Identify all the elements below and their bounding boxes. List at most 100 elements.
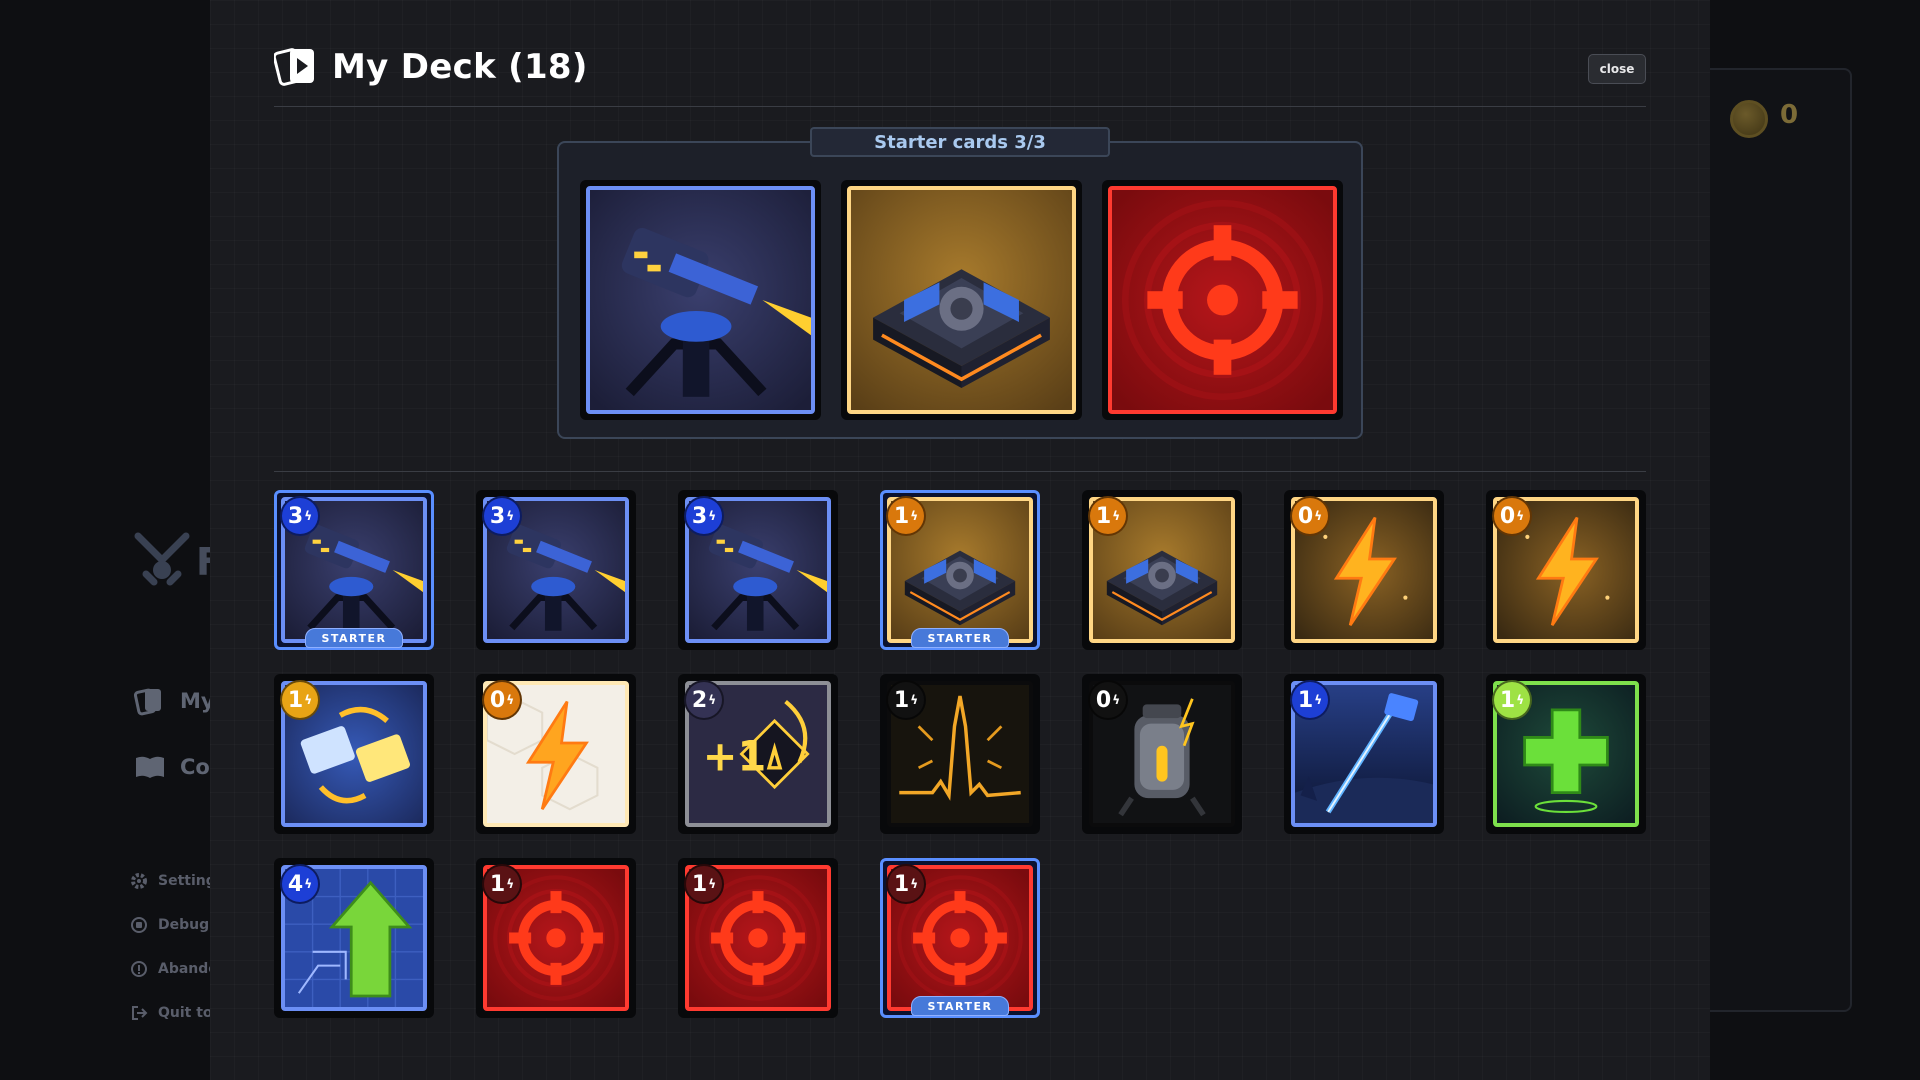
currency-value: 0 (1780, 100, 1799, 130)
energy-cost-value: 2 (691, 687, 708, 713)
nav-collection[interactable]: Col (134, 752, 217, 782)
menu-quit[interactable]: Quit to I (130, 1004, 223, 1022)
menu-debug[interactable]: Debug (130, 916, 209, 934)
card-art-target (1108, 186, 1337, 414)
energy-bolt-icon: ϟ (506, 693, 515, 707)
starter-cards-row (580, 180, 1343, 420)
book-icon (136, 756, 164, 778)
energy-bolt-icon: ϟ (506, 877, 515, 891)
energy-cost-value: 0 (1095, 687, 1112, 713)
energy-bolt-icon: ϟ (304, 509, 313, 523)
card-art-generator (847, 186, 1076, 414)
right-side-panel (1700, 68, 1852, 1012)
energy-cost-value: 1 (287, 687, 304, 713)
deck-card[interactable]: 1ϟ (880, 674, 1040, 834)
menu-abandon-label: Abando (158, 961, 218, 977)
deck-card[interactable]: 1ϟ (274, 674, 434, 834)
menu-abandon[interactable]: Abando (130, 960, 218, 978)
starter-card[interactable] (580, 180, 821, 420)
energy-cost-badge: 3ϟ (482, 496, 522, 536)
energy-cost-value: 0 (489, 687, 506, 713)
deck-card[interactable]: 3ϟ (678, 490, 838, 650)
energy-cost-value: 1 (1297, 687, 1314, 713)
energy-cost-value: 3 (489, 503, 506, 529)
energy-cost-badge: 3ϟ (684, 496, 724, 536)
energy-cost-badge: 4ϟ (280, 864, 320, 904)
energy-bolt-icon: ϟ (1314, 509, 1323, 523)
page-title: My Deck (18) (332, 47, 588, 87)
energy-bolt-icon: ϟ (708, 693, 717, 707)
energy-bolt-icon: ϟ (1314, 693, 1323, 707)
energy-cost-badge: 2ϟ (684, 680, 724, 720)
nav-my-deck[interactable]: My (134, 686, 215, 716)
deck-card[interactable]: 1ϟ (1284, 674, 1444, 834)
deck-card[interactable]: 0ϟ (1284, 490, 1444, 650)
info-icon (131, 961, 147, 977)
energy-bolt-icon: ϟ (708, 509, 717, 523)
crossed-swords-logo-icon (134, 532, 190, 586)
energy-bolt-icon: ϟ (1112, 693, 1121, 707)
energy-bolt-icon: ϟ (708, 877, 717, 891)
header-divider (274, 106, 1646, 107)
deck-card[interactable]: 1ϟ (476, 858, 636, 1018)
energy-cost-value: 1 (893, 871, 910, 897)
gear-icon (131, 873, 147, 889)
deck-card[interactable]: 1ϟ (678, 858, 838, 1018)
deck-card[interactable]: 0ϟ (1082, 674, 1242, 834)
energy-cost-value: 0 (1297, 503, 1314, 529)
deck-modal: My Deck (18) close Starter cards 3/3 3ϟS… (210, 0, 1710, 1080)
energy-cost-value: 1 (1499, 687, 1516, 713)
deck-card[interactable]: 0ϟ (476, 674, 636, 834)
exit-icon (132, 1006, 148, 1020)
menu-debug-label: Debug (158, 917, 210, 933)
deck-card[interactable]: +1 2 ϟ (678, 674, 838, 834)
energy-cost-badge: 1ϟ (280, 680, 320, 720)
energy-cost-badge: 3ϟ (280, 496, 320, 536)
energy-cost-value: 0 (1499, 503, 1516, 529)
energy-bolt-icon: ϟ (910, 509, 919, 523)
deck-card[interactable]: 3ϟ (476, 490, 636, 650)
modal-header: My Deck (18) (274, 44, 588, 90)
energy-bolt-icon: ϟ (304, 877, 313, 891)
energy-bolt-icon: ϟ (304, 693, 313, 707)
deck-card-starter[interactable]: 3 ϟ STARTER (274, 490, 434, 650)
currency-coin-icon (1730, 100, 1768, 138)
deck-card[interactable]: 0ϟ (1486, 490, 1646, 650)
close-button[interactable]: close (1588, 54, 1646, 84)
energy-cost-badge: 1ϟ (886, 496, 926, 536)
energy-cost-badge: 0ϟ (1290, 496, 1330, 536)
energy-cost-value: 1 (893, 687, 910, 713)
deck-card[interactable]: 1ϟ (1082, 490, 1242, 650)
deck-card[interactable]: 1ϟ (1486, 674, 1646, 834)
energy-cost-value: 1 (893, 503, 910, 529)
deck-card-grid: 3 ϟ STARTER 3 ϟ 3 ϟ 1 ϟ STARTER 1 ϟ 0 ϟ 0 ϟ 1 ϟ 0 ϟ +1 2 ϟ 1 ϟ 0 ϟ… (274, 490, 1646, 1018)
energy-bolt-icon: ϟ (1516, 693, 1525, 707)
energy-cost-badge: 1ϟ (886, 864, 926, 904)
starter-badge: STARTER (911, 996, 1009, 1016)
starter-badge: STARTER (911, 628, 1009, 648)
energy-cost-badge: 1ϟ (684, 864, 724, 904)
energy-cost-badge: 0ϟ (1088, 680, 1128, 720)
energy-cost-badge: 0ϟ (1492, 496, 1532, 536)
section-divider (274, 471, 1646, 472)
energy-bolt-icon: ϟ (910, 693, 919, 707)
energy-cost-badge: 1ϟ (886, 680, 926, 720)
energy-bolt-icon: ϟ (1516, 509, 1525, 523)
energy-cost-badge: 1ϟ (482, 864, 522, 904)
starter-card[interactable] (1102, 180, 1343, 420)
svg-text:+1: +1 (703, 733, 766, 781)
deck-card-starter[interactable]: 1 ϟ STARTER (880, 490, 1040, 650)
energy-bolt-icon: ϟ (910, 877, 919, 891)
energy-bolt-icon: ϟ (506, 509, 515, 523)
starter-card[interactable] (841, 180, 1082, 420)
energy-cost-value: 3 (691, 503, 708, 529)
energy-cost-badge: 1ϟ (1492, 680, 1532, 720)
energy-cost-badge: 1ϟ (1290, 680, 1330, 720)
energy-cost-value: 1 (489, 871, 506, 897)
energy-cost-value: 1 (691, 871, 708, 897)
starter-badge: STARTER (305, 628, 403, 648)
energy-cost-value: 4 (287, 871, 304, 897)
deck-card-starter[interactable]: 1 ϟ STARTER (880, 858, 1040, 1018)
deck-card[interactable]: 4ϟ (274, 858, 434, 1018)
card-art-turret (586, 186, 815, 414)
